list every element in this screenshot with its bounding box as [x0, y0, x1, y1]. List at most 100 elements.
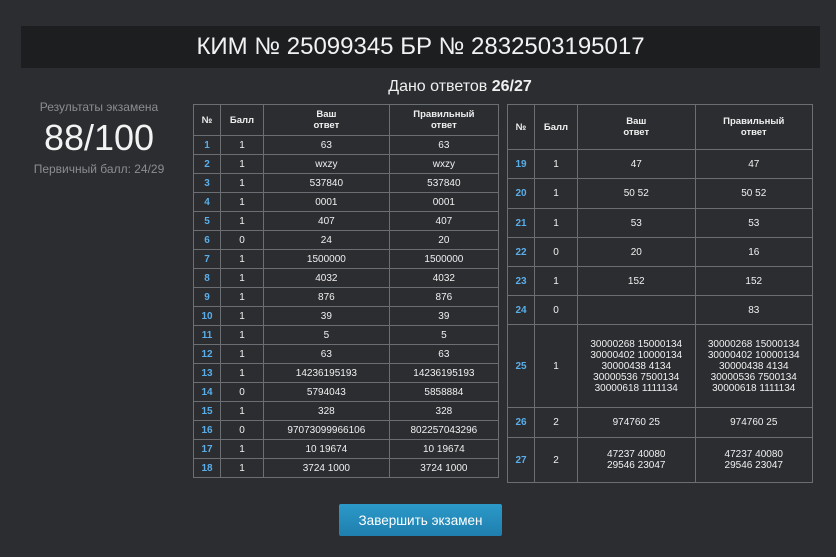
question-number[interactable]: 20 [507, 178, 535, 209]
your-answer-cell [577, 295, 696, 325]
correct-answer-cell: 802257043296 [388, 420, 500, 440]
question-number[interactable]: 13 [193, 363, 221, 383]
correct-answer-cell: 14236195193 [388, 363, 500, 383]
your-answer-cell: 47 [577, 149, 696, 179]
correct-answer-cell: 16 [694, 237, 813, 267]
table-row: 21 1 53 53 [507, 208, 813, 238]
correct-answer-cell: 5858884 [388, 382, 500, 402]
question-number[interactable]: 15 [193, 401, 221, 421]
answers-table-right: № Балл Ваш ответ Правильный ответ 19 1 47 4… [507, 104, 813, 483]
question-number[interactable]: 14 [193, 382, 221, 402]
your-answer-cell: 50 52 [577, 178, 696, 209]
finish-exam-button[interactable]: Завершить экзамен [339, 504, 502, 536]
table-row: 12 1 63 63 [193, 344, 500, 364]
table-row: 14 0 5794043 5858884 [193, 382, 500, 402]
table-row: 3 1 537840 537840 [193, 173, 500, 193]
your-answer-cell: 328 [263, 401, 390, 421]
your-answer-cell: wxzy [263, 154, 390, 174]
correct-answer-cell: 876 [388, 287, 500, 307]
correct-answer-cell: 328 [388, 401, 500, 421]
table-row: 16 0 97073099966106 802257043296 [193, 420, 500, 440]
your-answer-cell: 20 [577, 237, 696, 267]
question-number[interactable]: 25 [507, 324, 535, 408]
your-answer-cell: 974760 25 [577, 407, 696, 438]
score-cell: 1 [220, 287, 264, 307]
question-number[interactable]: 6 [193, 230, 221, 250]
col-your-answer: Ваш ответ [263, 104, 390, 136]
question-number[interactable]: 18 [193, 458, 221, 478]
col-score: Балл [534, 104, 578, 150]
table-row: 7 1 1500000 1500000 [193, 249, 500, 269]
question-number[interactable]: 5 [193, 211, 221, 231]
table-row: 22 0 20 16 [507, 237, 813, 267]
score-cell: 1 [220, 306, 264, 326]
table-row: 9 1 876 876 [193, 287, 500, 307]
your-answer-cell: 0001 [263, 192, 390, 212]
table-row: 2 1 wxzy wxzy [193, 154, 500, 174]
your-answer-cell: 4032 [263, 268, 390, 288]
question-number[interactable]: 16 [193, 420, 221, 440]
score-cell: 1 [220, 325, 264, 345]
score-cell: 0 [220, 382, 264, 402]
your-answer-cell: 5 [263, 325, 390, 345]
score-cell: 1 [534, 208, 578, 238]
score-cell: 1 [220, 439, 264, 459]
correct-answer-cell: 152 [694, 266, 813, 296]
question-number[interactable]: 4 [193, 192, 221, 212]
question-number[interactable]: 19 [507, 149, 535, 179]
col-your-answer: Ваш ответ [577, 104, 696, 150]
question-number[interactable]: 12 [193, 344, 221, 364]
question-number[interactable]: 21 [507, 208, 535, 238]
correct-answer-cell: 63 [388, 344, 500, 364]
table-row: 20 1 50 52 50 52 [507, 178, 813, 209]
table-row: 24 0 83 [507, 295, 813, 325]
your-answer-cell: 876 [263, 287, 390, 307]
answered-value: 26/27 [491, 78, 532, 95]
table-row: 18 1 3724 1000 3724 1000 [193, 458, 500, 478]
your-answer-cell: 14236195193 [263, 363, 390, 383]
question-number[interactable]: 2 [193, 154, 221, 174]
your-answer-cell: 47237 40080 29546 23047 [577, 437, 696, 483]
score-cell: 1 [534, 178, 578, 209]
question-number[interactable]: 9 [193, 287, 221, 307]
question-number[interactable]: 3 [193, 173, 221, 193]
question-number[interactable]: 17 [193, 439, 221, 459]
table-row: 8 1 4032 4032 [193, 268, 500, 288]
col-correct-answer: Правильный ответ [694, 104, 813, 150]
results-label: Результаты экзамена [39, 100, 159, 114]
question-number[interactable]: 1 [193, 135, 221, 155]
question-number[interactable]: 23 [507, 266, 535, 296]
table-row: 25 1 30000268 15000134 30000402 10000134 3… [507, 324, 813, 408]
question-number[interactable]: 11 [193, 325, 221, 345]
correct-answer-cell: 537840 [388, 173, 500, 193]
correct-answer-cell: 407 [388, 211, 500, 231]
correct-answer-cell: 3724 1000 [388, 458, 500, 478]
correct-answer-cell: 5 [388, 325, 500, 345]
question-number[interactable]: 10 [193, 306, 221, 326]
score-cell: 1 [220, 268, 264, 288]
correct-answer-cell: 1500000 [388, 249, 500, 269]
question-number[interactable]: 24 [507, 295, 535, 325]
results-score: 88/100 [43, 117, 155, 158]
correct-answer-cell: 10 19674 [388, 439, 500, 459]
score-cell: 1 [220, 192, 264, 212]
question-number[interactable]: 26 [507, 407, 535, 438]
table-row: 11 1 5 5 [193, 325, 500, 345]
your-answer-cell: 53 [577, 208, 696, 238]
score-cell: 1 [220, 173, 264, 193]
table-row: 5 1 407 407 [193, 211, 500, 231]
your-answer-cell: 407 [263, 211, 390, 231]
question-number[interactable]: 27 [507, 437, 535, 483]
table-row: 10 1 39 39 [193, 306, 500, 326]
question-number[interactable]: 22 [507, 237, 535, 267]
score-cell: 1 [220, 249, 264, 269]
correct-answer-cell: 4032 [388, 268, 500, 288]
your-answer-cell: 1500000 [263, 249, 390, 269]
question-number[interactable]: 8 [193, 268, 221, 288]
score-cell: 1 [220, 363, 264, 383]
results-panel: Результаты экзамена 88/100 Первичный бал… [24, 100, 174, 176]
question-number[interactable]: 7 [193, 249, 221, 269]
col-score: Балл [220, 104, 264, 136]
score-cell: 1 [534, 266, 578, 296]
table-row: 13 1 14236195193 14236195193 [193, 363, 500, 383]
